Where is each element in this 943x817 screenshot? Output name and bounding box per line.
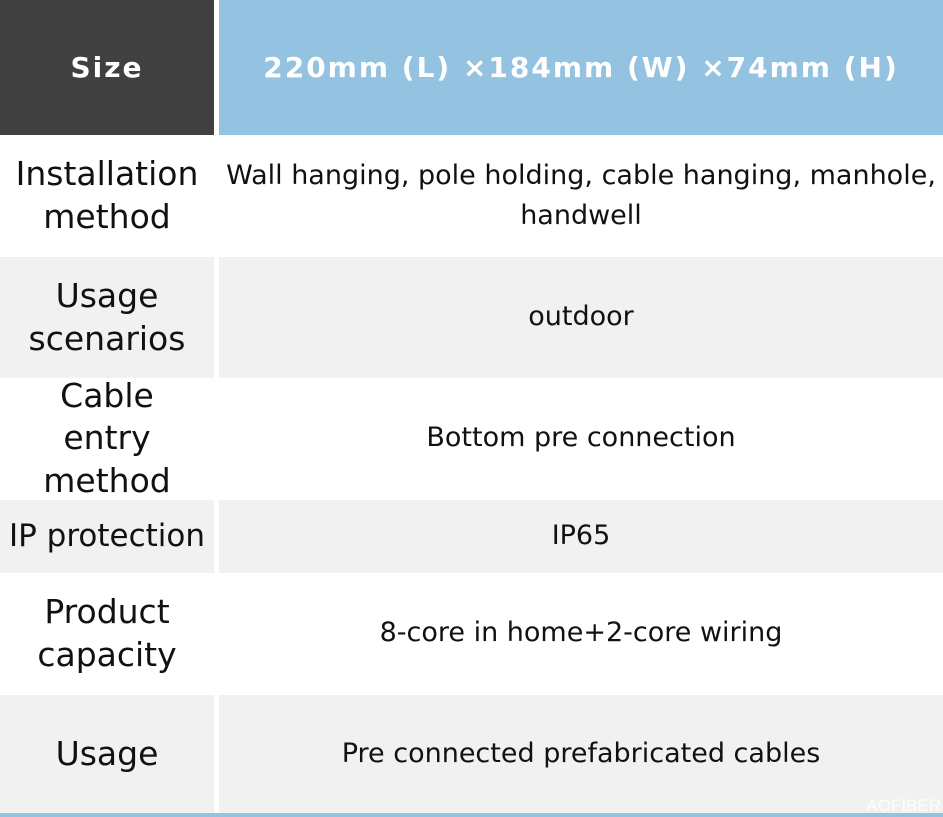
row-value: IP65 (219, 500, 943, 573)
bottom-divider (0, 813, 943, 817)
row-label: Cable entry method (0, 376, 214, 500)
row-label: IP protection (0, 500, 214, 573)
header-value: 220mm (L) ×184mm (W) ×74mm (H) (219, 0, 943, 135)
row-label: Usage (0, 695, 214, 813)
watermark: AOFIBER (866, 796, 941, 815)
row-value: Wall hanging, pole holding, cable hangin… (219, 135, 943, 256)
table-row: IP protection IP65 (0, 500, 943, 573)
table-row: Product capacity 8-core in home+2-core w… (0, 573, 943, 694)
table-row: Cable entry method Bottom pre connection (0, 376, 943, 500)
row-label: Installation method (0, 135, 214, 256)
row-value: Pre connected prefabricated cables (219, 695, 943, 813)
row-value: Bottom pre connection (219, 378, 943, 499)
row-label: Product capacity (0, 573, 214, 694)
table-row: Installation method Wall hanging, pole h… (0, 135, 943, 256)
table-row: Usage Pre connected prefabricated cables (0, 695, 943, 813)
row-label: Usage scenarios (0, 257, 214, 378)
table-row: Usage scenarios outdoor (0, 257, 943, 378)
row-value: outdoor (219, 257, 943, 378)
row-value: 8-core in home+2-core wiring (219, 573, 943, 694)
table-header-row: Size 220mm (L) ×184mm (W) ×74mm (H) (0, 0, 943, 135)
header-label: Size (0, 0, 214, 135)
